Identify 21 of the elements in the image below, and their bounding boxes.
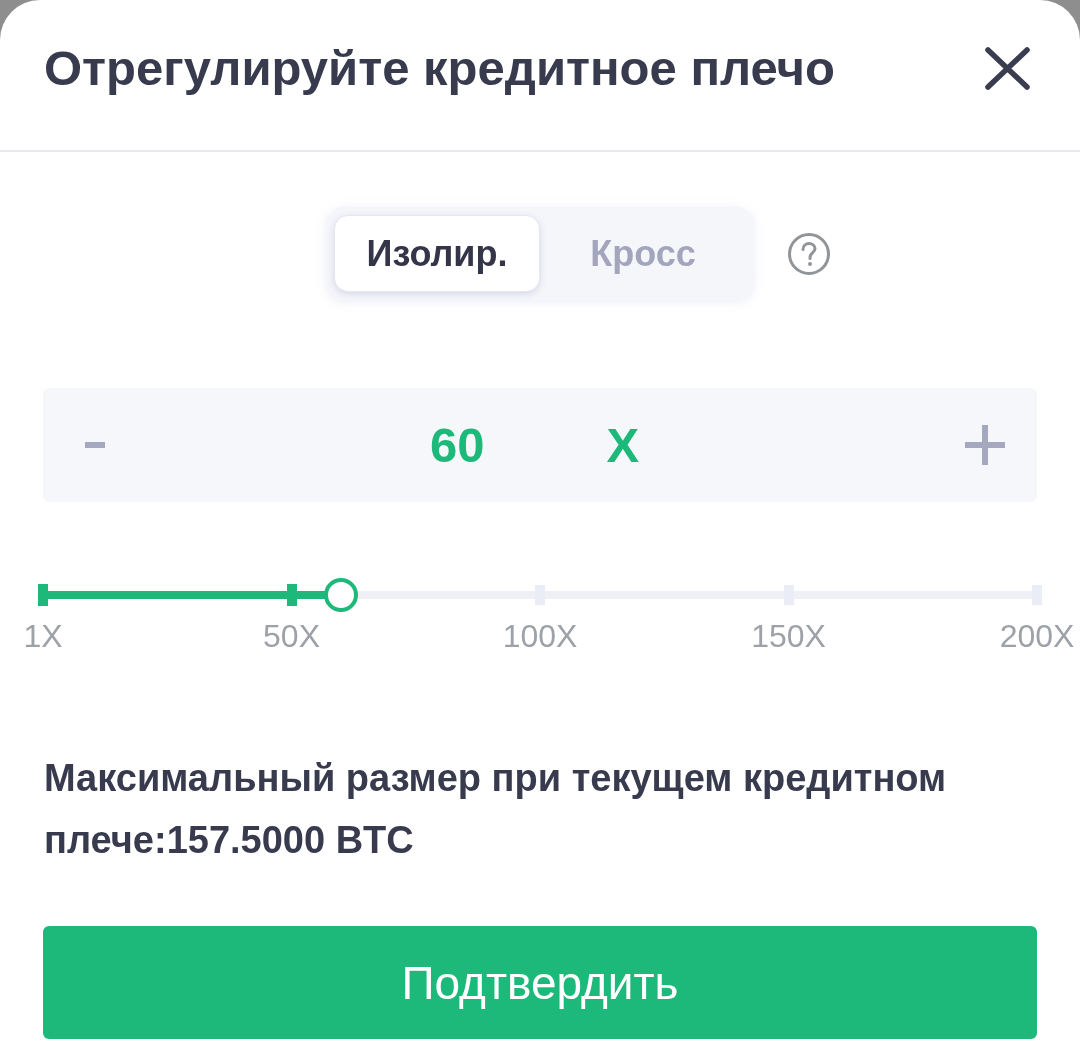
help-icon[interactable]: [788, 232, 830, 275]
slider-tick: [286, 584, 297, 606]
slider-thumb[interactable]: [324, 578, 359, 612]
slider-mark-label: 1X: [23, 617, 63, 655]
leverage-unit: X: [606, 417, 640, 473]
close-icon: [985, 46, 1030, 90]
margin-mode-tab[interactable]: Кросс: [540, 215, 746, 292]
slider-mark-label: 100X: [502, 617, 578, 655]
dialog-title: Отрегулируйте кредитное плечо: [44, 40, 835, 96]
minus-icon: [85, 442, 105, 448]
leverage-value[interactable]: 60: [430, 417, 485, 473]
close-button[interactable]: [985, 46, 1030, 90]
max-size-text: Максимальный размер при текущем кредитном плече:157.5000 BTC: [43, 756, 948, 863]
slider-mark-label: 50X: [263, 617, 320, 655]
margin-mode-tab[interactable]: Изолир.: [334, 215, 540, 292]
slider-tick: [38, 584, 48, 606]
slider-mark-label: 200X: [999, 617, 1075, 655]
slider-mark-label: 150X: [751, 617, 826, 655]
plus-icon: [965, 425, 1005, 465]
confirm-button[interactable]: Подтвердить: [43, 926, 1037, 1039]
increase-button[interactable]: [965, 425, 1005, 465]
